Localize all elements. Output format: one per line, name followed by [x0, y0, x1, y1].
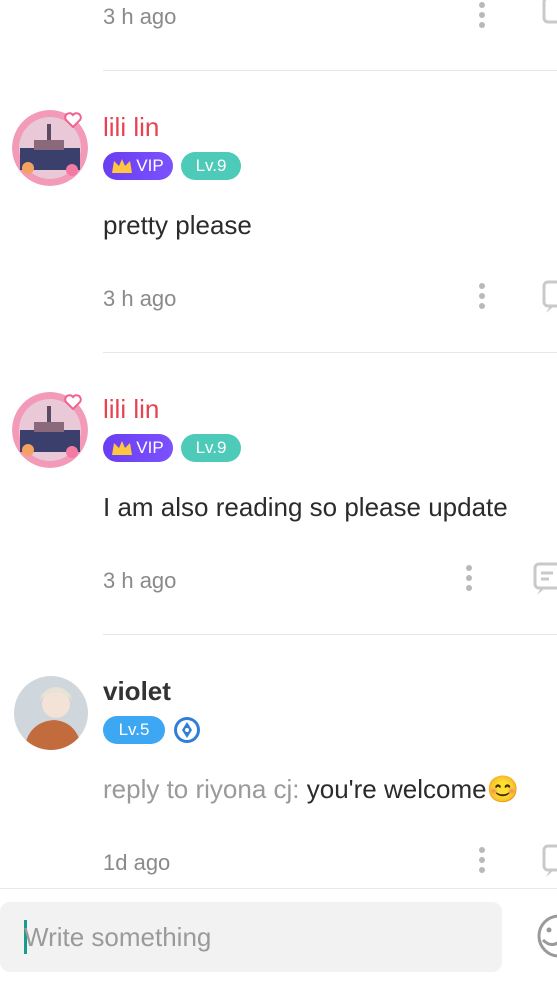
- level-badge: Lv.5: [103, 716, 165, 744]
- username[interactable]: lili lin: [103, 394, 159, 425]
- crown-icon: [112, 159, 132, 173]
- divider: [103, 70, 557, 71]
- comment-time: 3 h ago: [103, 286, 177, 311]
- verified-pen-icon: [174, 717, 200, 743]
- avatar[interactable]: [14, 676, 88, 750]
- comment-input[interactable]: Write something: [0, 902, 502, 972]
- input-placeholder: Write something: [24, 922, 212, 952]
- reply-prefix[interactable]: reply to riyona cj:: [103, 774, 307, 804]
- comment-time: 1d ago: [103, 850, 171, 875]
- divider: [103, 634, 557, 635]
- divider: [103, 352, 557, 353]
- comment-time: 3 h ago: [103, 4, 177, 29]
- reply-icon[interactable]: [531, 562, 557, 596]
- vip-badge: VIP: [103, 152, 173, 180]
- username[interactable]: lili lin: [103, 112, 159, 143]
- reply-icon[interactable]: [540, 0, 557, 32]
- reply-icon[interactable]: [540, 844, 557, 878]
- vip-label: VIP: [136, 156, 164, 175]
- reply-icon[interactable]: [540, 280, 557, 314]
- username[interactable]: violet: [103, 676, 171, 707]
- more-options-icon[interactable]: [479, 2, 487, 32]
- more-options-icon[interactable]: [466, 565, 474, 595]
- level-badge: Lv.9: [181, 434, 241, 462]
- comment-text: I am also reading so please update: [103, 492, 508, 522]
- heart-icon: [64, 394, 82, 410]
- more-options-icon[interactable]: [479, 283, 487, 313]
- heart-icon: [64, 112, 82, 128]
- comment-time: 3 h ago: [103, 568, 177, 593]
- vip-badge: VIP: [103, 434, 173, 462]
- level-badge: Lv.9: [181, 152, 241, 180]
- reply-text: you're welcome😊: [306, 774, 519, 804]
- emoji-icon[interactable]: [533, 912, 557, 960]
- more-options-icon[interactable]: [479, 847, 487, 877]
- crown-icon: [112, 441, 132, 455]
- comment-text: pretty please: [103, 210, 252, 240]
- comment-text: reply to riyona cj: you're welcome😊: [103, 774, 519, 805]
- vip-label: VIP: [136, 438, 164, 457]
